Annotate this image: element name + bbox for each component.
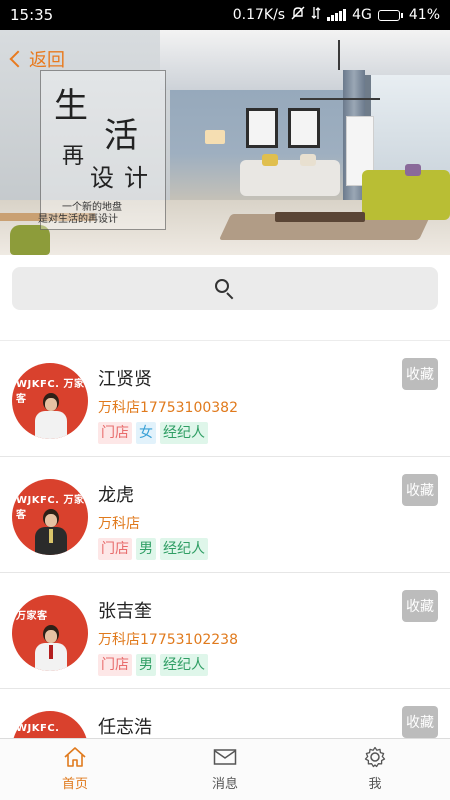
- tag-gender: 男: [136, 654, 156, 676]
- back-label: 返回: [29, 50, 65, 71]
- status-time: 15:35: [10, 6, 54, 24]
- avatar-brand: 万家客: [16, 611, 48, 622]
- signal-icon: [327, 9, 347, 21]
- list-item[interactable]: 万家客 张吉奎 万科店17753102238 门店 男 经纪人 收藏: [0, 573, 450, 689]
- banner-title-char: 计: [124, 164, 148, 192]
- tag-store: 门店: [98, 538, 132, 560]
- agent-name: 龙虎: [98, 485, 134, 506]
- tag-store: 门店: [98, 422, 132, 444]
- agent-name: 江贤贤: [98, 369, 152, 390]
- search-icon: [215, 278, 235, 299]
- network-type: 4G: [352, 7, 372, 23]
- back-button[interactable]: 返回: [9, 46, 65, 72]
- bottom-nav: 首页 消息 我: [0, 738, 450, 800]
- search-input[interactable]: [12, 267, 438, 310]
- network-speed: 0.17K/s: [232, 7, 286, 23]
- tag-gender: 女: [136, 422, 156, 444]
- status-indicators: 0.17K/s 4G 41%: [233, 6, 440, 24]
- banner-title-char: 设: [90, 164, 114, 192]
- banner-title-char: 再: [62, 144, 85, 169]
- agent-store: 万科店17753102238: [98, 632, 238, 648]
- nav-me[interactable]: 我: [300, 739, 450, 800]
- chevron-left-icon: [9, 50, 27, 68]
- search-section: [0, 255, 450, 341]
- agent-tags: 门店 女 经纪人: [98, 422, 208, 444]
- nav-me-label: 我: [368, 777, 382, 792]
- data-transfer-icon: [311, 6, 321, 24]
- favorite-button[interactable]: 收藏: [402, 358, 438, 390]
- tag-role: 经纪人: [160, 538, 208, 560]
- nav-messages-label: 消息: [211, 777, 238, 792]
- agent-store: 万科店17753100382: [98, 400, 238, 416]
- agent-tags: 门店 男 经纪人: [98, 654, 208, 676]
- home-icon: [63, 746, 87, 768]
- nav-home[interactable]: 首页: [0, 739, 150, 800]
- favorite-button[interactable]: 收藏: [402, 590, 438, 622]
- agent-name: 张吉奎: [98, 601, 152, 622]
- tag-role: 经纪人: [160, 422, 208, 444]
- banner-image: 生 活 再 设 计 一个新的地盘 是对生活的再设计: [0, 30, 450, 255]
- tag-role: 经纪人: [160, 654, 208, 676]
- agent-tags: 门店 男 经纪人: [98, 538, 208, 560]
- status-bar: 15:35 0.17K/s 4G 41%: [0, 0, 450, 30]
- list-item[interactable]: WJKFC. 万家客 龙虎 万科店 门店 男 经纪人 收藏: [0, 457, 450, 573]
- favorite-button[interactable]: 收藏: [402, 706, 438, 738]
- mute-bell-icon: [291, 6, 305, 24]
- agent-list: WJKFC. 万家客 江贤贤 万科店17753100382 门店 女 经纪人 收…: [0, 341, 450, 800]
- agent-name: 任志浩: [98, 717, 152, 738]
- tag-store: 门店: [98, 654, 132, 676]
- tag-gender: 男: [136, 538, 156, 560]
- banner-slogan: 是对生活的再设计: [38, 214, 118, 225]
- avatar: 万家客: [12, 595, 88, 671]
- mail-icon: [213, 746, 237, 768]
- avatar: WJKFC. 万家客: [12, 363, 88, 439]
- nav-home-label: 首页: [61, 777, 88, 792]
- battery-percent: 41%: [408, 7, 440, 23]
- gear-icon: [363, 746, 387, 768]
- avatar: WJKFC. 万家客: [12, 479, 88, 555]
- favorite-button[interactable]: 收藏: [402, 474, 438, 506]
- banner-title-char: 生: [54, 86, 88, 126]
- agent-store: 万科店: [98, 516, 140, 532]
- avatar-brand: WJKFC.: [16, 723, 60, 734]
- list-item[interactable]: WJKFC. 万家客 江贤贤 万科店17753100382 门店 女 经纪人 收…: [0, 341, 450, 457]
- battery-icon: [377, 9, 403, 21]
- nav-messages[interactable]: 消息: [150, 739, 300, 800]
- banner-title-char: 活: [104, 116, 138, 156]
